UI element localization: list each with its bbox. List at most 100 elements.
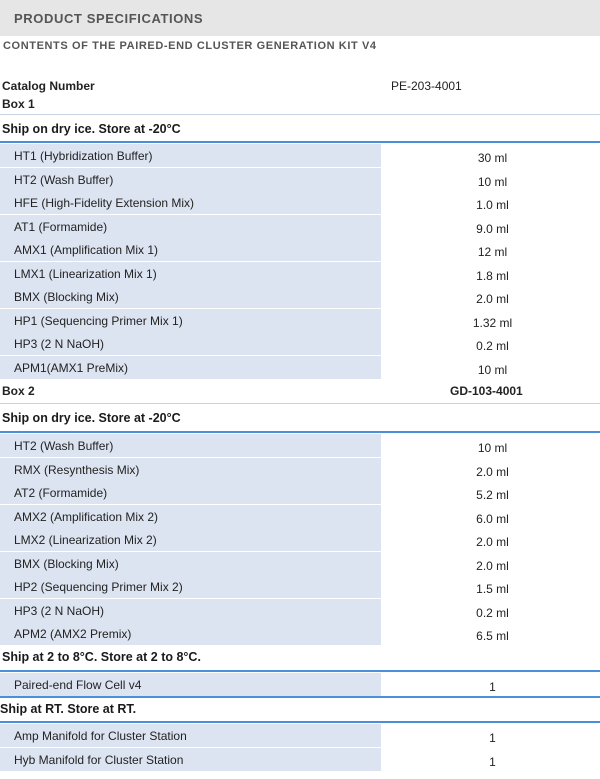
spec-header: PRODUCT SPECIFICATIONS <box>0 0 600 36</box>
component-name: HP2 (Sequencing Primer Mix 2) <box>14 580 183 594</box>
component-quantity: 6.0 ml <box>476 511 509 526</box>
table-row: Paired-end Flow Cell v4 1 <box>0 673 600 697</box>
quantity-cell: 0.2 ml <box>385 332 600 355</box>
quantity-cell: 1 <box>385 724 600 747</box>
component-cell: AMX2 (Amplification Mix 2) <box>0 504 383 528</box>
component-name: RMX (Resynthesis Mix) <box>14 462 140 477</box>
component-cell: Hyb Manifold for Cluster Station <box>0 748 383 771</box>
component-quantity: 1 <box>489 680 496 694</box>
component-name: AMX1 (Amplification Mix 1) <box>14 243 159 257</box>
component-quantity: 1.8 ml <box>476 268 509 283</box>
catalog-value: PE-203-4001 <box>391 79 462 93</box>
kit-subtitle: CONTENTS OF THE PAIRED-END CLUSTER GENER… <box>3 40 377 52</box>
table-row: BMX (Blocking Mix) 2.0 ml <box>0 551 600 576</box>
quantity-cell: 10 ml <box>385 434 600 457</box>
box2-label: Box 2 <box>2 384 35 398</box>
divider <box>0 114 600 115</box>
component-quantity: 1.0 ml <box>476 198 509 212</box>
component-name: LMX2 (Linearization Mix 2) <box>14 533 157 547</box>
component-quantity: 30 ml <box>477 151 508 165</box>
box1-label: Box 1 <box>2 97 35 111</box>
quantity-cell: 1.32 ml <box>385 309 600 332</box>
component-name: AT1 (Formamide) <box>14 219 108 234</box>
table-row: AT1 (Formamide) 9.0 ml <box>0 214 600 239</box>
cold-bottom-rule <box>0 696 600 698</box>
component-name: Paired-end Flow Cell v4 <box>14 678 142 692</box>
rt-shipping: Ship at RT. Store at RT. <box>0 702 137 716</box>
component-name: HP3 (2 N NaOH) <box>14 603 105 618</box>
quantity-cell: 6.0 ml <box>385 505 600 528</box>
component-name: AT2 (Formamide) <box>14 486 108 500</box>
cold-shipping: Ship at 2 to 8°C. Store at 2 to 8°C. <box>2 650 201 664</box>
quantity-cell: 10 ml <box>385 168 600 191</box>
box2-catalog: GD-103-4001 <box>450 384 523 398</box>
component-cell: HP2 (Sequencing Primer Mix 2) <box>0 575 383 598</box>
component-quantity: 12 ml <box>477 245 508 259</box>
table-row: HP2 (Sequencing Primer Mix 2) 1.5 ml <box>0 575 600 599</box>
table-row: APM2 (AMX2 Premix) 6.5 ml <box>0 622 600 646</box>
table-row: HP1 (Sequencing Primer Mix 1) 1.32 ml <box>0 308 600 333</box>
quantity-cell: 1.5 ml <box>385 575 600 598</box>
table-row: AT2 (Formamide) 5.2 ml <box>0 481 600 505</box>
table-row: LMX1 (Linearization Mix 1) 1.8 ml <box>0 261 600 286</box>
component-cell: LMX1 (Linearization Mix 1) <box>0 261 383 285</box>
quantity-cell: 1 <box>385 673 600 696</box>
component-cell: HT2 (Wash Buffer) <box>0 167 383 191</box>
component-name: BMX (Blocking Mix) <box>14 556 119 571</box>
quantity-cell: 2.0 ml <box>385 552 600 575</box>
component-quantity: 2.0 ml <box>476 558 509 573</box>
component-cell: HP3 (2 N NaOH) <box>0 332 383 355</box>
cold-rule <box>0 670 600 672</box>
component-quantity: 10 ml <box>477 174 508 189</box>
component-cell: HP3 (2 N NaOH) <box>0 598 383 622</box>
catalog-label: Catalog Number <box>2 79 95 93</box>
component-quantity: 2.0 ml <box>476 535 509 549</box>
component-name: BMX (Blocking Mix) <box>14 290 119 304</box>
component-cell: AT1 (Formamide) <box>0 214 383 238</box>
component-cell: HT1 (Hybridization Buffer) <box>0 144 383 167</box>
table-row: APM1(AMX1 PreMix) 10 ml <box>0 355 600 380</box>
component-cell: APM2 (AMX2 Premix) <box>0 622 383 645</box>
table-row: RMX (Resynthesis Mix) 2.0 ml <box>0 457 600 482</box>
component-cell: HFE (High-Fidelity Extension Mix) <box>0 191 383 214</box>
quantity-cell: 2.0 ml <box>385 285 600 308</box>
table-row: Hyb Manifold for Cluster Station 1 <box>0 748 600 772</box>
component-quantity: 9.0 ml <box>476 221 509 236</box>
box1-shipping: Ship on dry ice. Store at -20°C <box>2 122 181 136</box>
table-row: HFE (High-Fidelity Extension Mix) 1.0 ml <box>0 191 600 215</box>
divider <box>0 403 600 404</box>
component-cell: BMX (Blocking Mix) <box>0 285 383 308</box>
component-name: HFE (High-Fidelity Extension Mix) <box>14 196 195 210</box>
box2-shipping: Ship on dry ice. Store at -20°C <box>2 411 181 425</box>
component-quantity: 6.5 ml <box>476 629 509 643</box>
component-quantity: 5.2 ml <box>476 488 509 502</box>
quantity-cell: 30 ml <box>385 144 600 167</box>
quantity-cell: 9.0 ml <box>385 215 600 238</box>
component-cell: HT2 (Wash Buffer) <box>0 434 383 457</box>
component-quantity: 1 <box>489 755 496 769</box>
rt-rule <box>0 721 600 723</box>
component-quantity: 10 ml <box>477 362 508 377</box>
quantity-cell: 2.0 ml <box>385 528 600 551</box>
component-quantity: 0.2 ml <box>476 605 509 620</box>
table-row: HP3 (2 N NaOH) 0.2 ml <box>0 598 600 623</box>
component-quantity: 10 ml <box>477 441 508 455</box>
box1-rule <box>0 141 600 143</box>
table-row: AMX1 (Amplification Mix 1) 12 ml <box>0 238 600 262</box>
table-row: HP3 (2 N NaOH) 0.2 ml <box>0 332 600 356</box>
component-name: HP3 (2 N NaOH) <box>14 337 105 351</box>
component-cell: HP1 (Sequencing Primer Mix 1) <box>0 308 383 332</box>
box2-rule <box>0 431 600 433</box>
component-quantity: 1.32 ml <box>472 315 513 330</box>
table-row: HT2 (Wash Buffer) 10 ml <box>0 167 600 192</box>
table-row: LMX2 (Linearization Mix 2) 2.0 ml <box>0 528 600 552</box>
component-name: Hyb Manifold for Cluster Station <box>14 753 184 767</box>
quantity-cell: 0.2 ml <box>385 599 600 622</box>
component-cell: Paired-end Flow Cell v4 <box>0 673 383 696</box>
quantity-cell: 10 ml <box>385 356 600 379</box>
component-cell: RMX (Resynthesis Mix) <box>0 457 383 481</box>
table-row: BMX (Blocking Mix) 2.0 ml <box>0 285 600 309</box>
component-cell: BMX (Blocking Mix) <box>0 551 383 575</box>
component-quantity: 0.2 ml <box>476 339 509 353</box>
page-title: PRODUCT SPECIFICATIONS <box>14 11 204 26</box>
